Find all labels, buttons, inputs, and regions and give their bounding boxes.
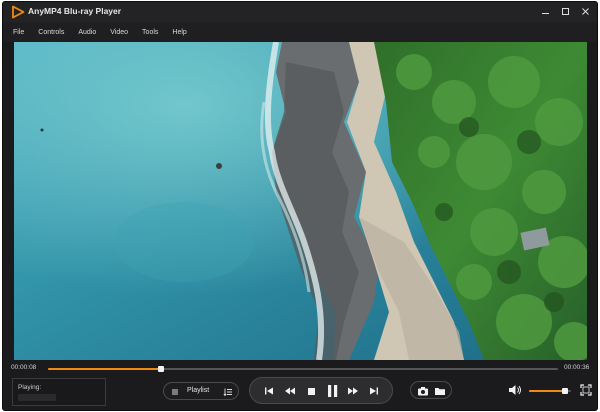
video-display[interactable] xyxy=(14,42,587,360)
player-window: AnyMP4 Blu-ray Player File Controls Audi… xyxy=(2,1,598,411)
app-title: AnyMP4 Blu-ray Player xyxy=(28,6,122,16)
now-playing-box: Playing: xyxy=(12,378,106,406)
total-time: 00:00:36 xyxy=(564,364,590,371)
progress-handle[interactable] xyxy=(158,365,165,372)
volume-icon[interactable] xyxy=(508,384,522,396)
stop-icon xyxy=(307,387,315,395)
menu-tools[interactable]: Tools xyxy=(142,29,158,36)
minimize-icon xyxy=(542,12,549,14)
stop-button[interactable] xyxy=(305,385,317,397)
menu-help[interactable]: Help xyxy=(172,29,186,36)
close-icon xyxy=(582,7,589,15)
menu-controls[interactable]: Controls xyxy=(38,29,64,36)
window-controls xyxy=(540,5,591,17)
close-button[interactable] xyxy=(580,5,591,17)
progress-fill xyxy=(48,368,162,370)
open-folder-button[interactable] xyxy=(434,385,446,396)
rewind-icon xyxy=(285,387,295,395)
menu-bar: File Controls Audio Video Tools Help xyxy=(3,22,597,42)
play-triangle-logo-icon xyxy=(12,5,25,19)
snapshot-button[interactable] xyxy=(417,385,429,396)
forward-button[interactable] xyxy=(346,385,360,397)
pause-icon xyxy=(327,385,337,397)
rewind-button[interactable] xyxy=(283,385,297,397)
pause-button[interactable] xyxy=(324,383,340,399)
previous-button[interactable] xyxy=(263,385,275,397)
transport-controls xyxy=(249,377,393,404)
menu-video[interactable]: Video xyxy=(110,29,128,36)
current-time: 00:00:08 xyxy=(11,364,37,371)
volume-handle[interactable] xyxy=(561,387,568,394)
minimize-button[interactable] xyxy=(540,5,551,17)
snapshot-tools xyxy=(410,381,452,399)
restore-icon xyxy=(562,7,569,15)
fullscreen-icon[interactable] xyxy=(580,384,592,396)
progress-bar[interactable] xyxy=(48,365,558,372)
camera-icon xyxy=(418,386,428,395)
skip-previous-icon xyxy=(265,387,273,395)
timeline: 00:00:08 00:00:36 xyxy=(3,362,597,376)
skip-next-icon xyxy=(370,387,378,395)
now-playing-title xyxy=(18,394,56,401)
sort-icon[interactable] xyxy=(223,387,233,397)
now-playing-label: Playing: xyxy=(18,384,42,391)
playlist-button[interactable]: Playlist xyxy=(163,382,239,400)
menu-audio[interactable]: Audio xyxy=(78,29,96,36)
volume-slider[interactable] xyxy=(529,387,571,394)
video-frame-image xyxy=(14,42,587,360)
volume-fill xyxy=(529,390,565,392)
next-button[interactable] xyxy=(368,385,380,397)
fast-forward-icon xyxy=(348,387,358,395)
folder-icon xyxy=(435,387,445,395)
list-icon xyxy=(172,389,178,395)
title-bar: AnyMP4 Blu-ray Player xyxy=(3,2,597,22)
playlist-label: Playlist xyxy=(187,387,210,394)
restore-button[interactable] xyxy=(560,5,571,17)
menu-file[interactable]: File xyxy=(13,29,24,36)
